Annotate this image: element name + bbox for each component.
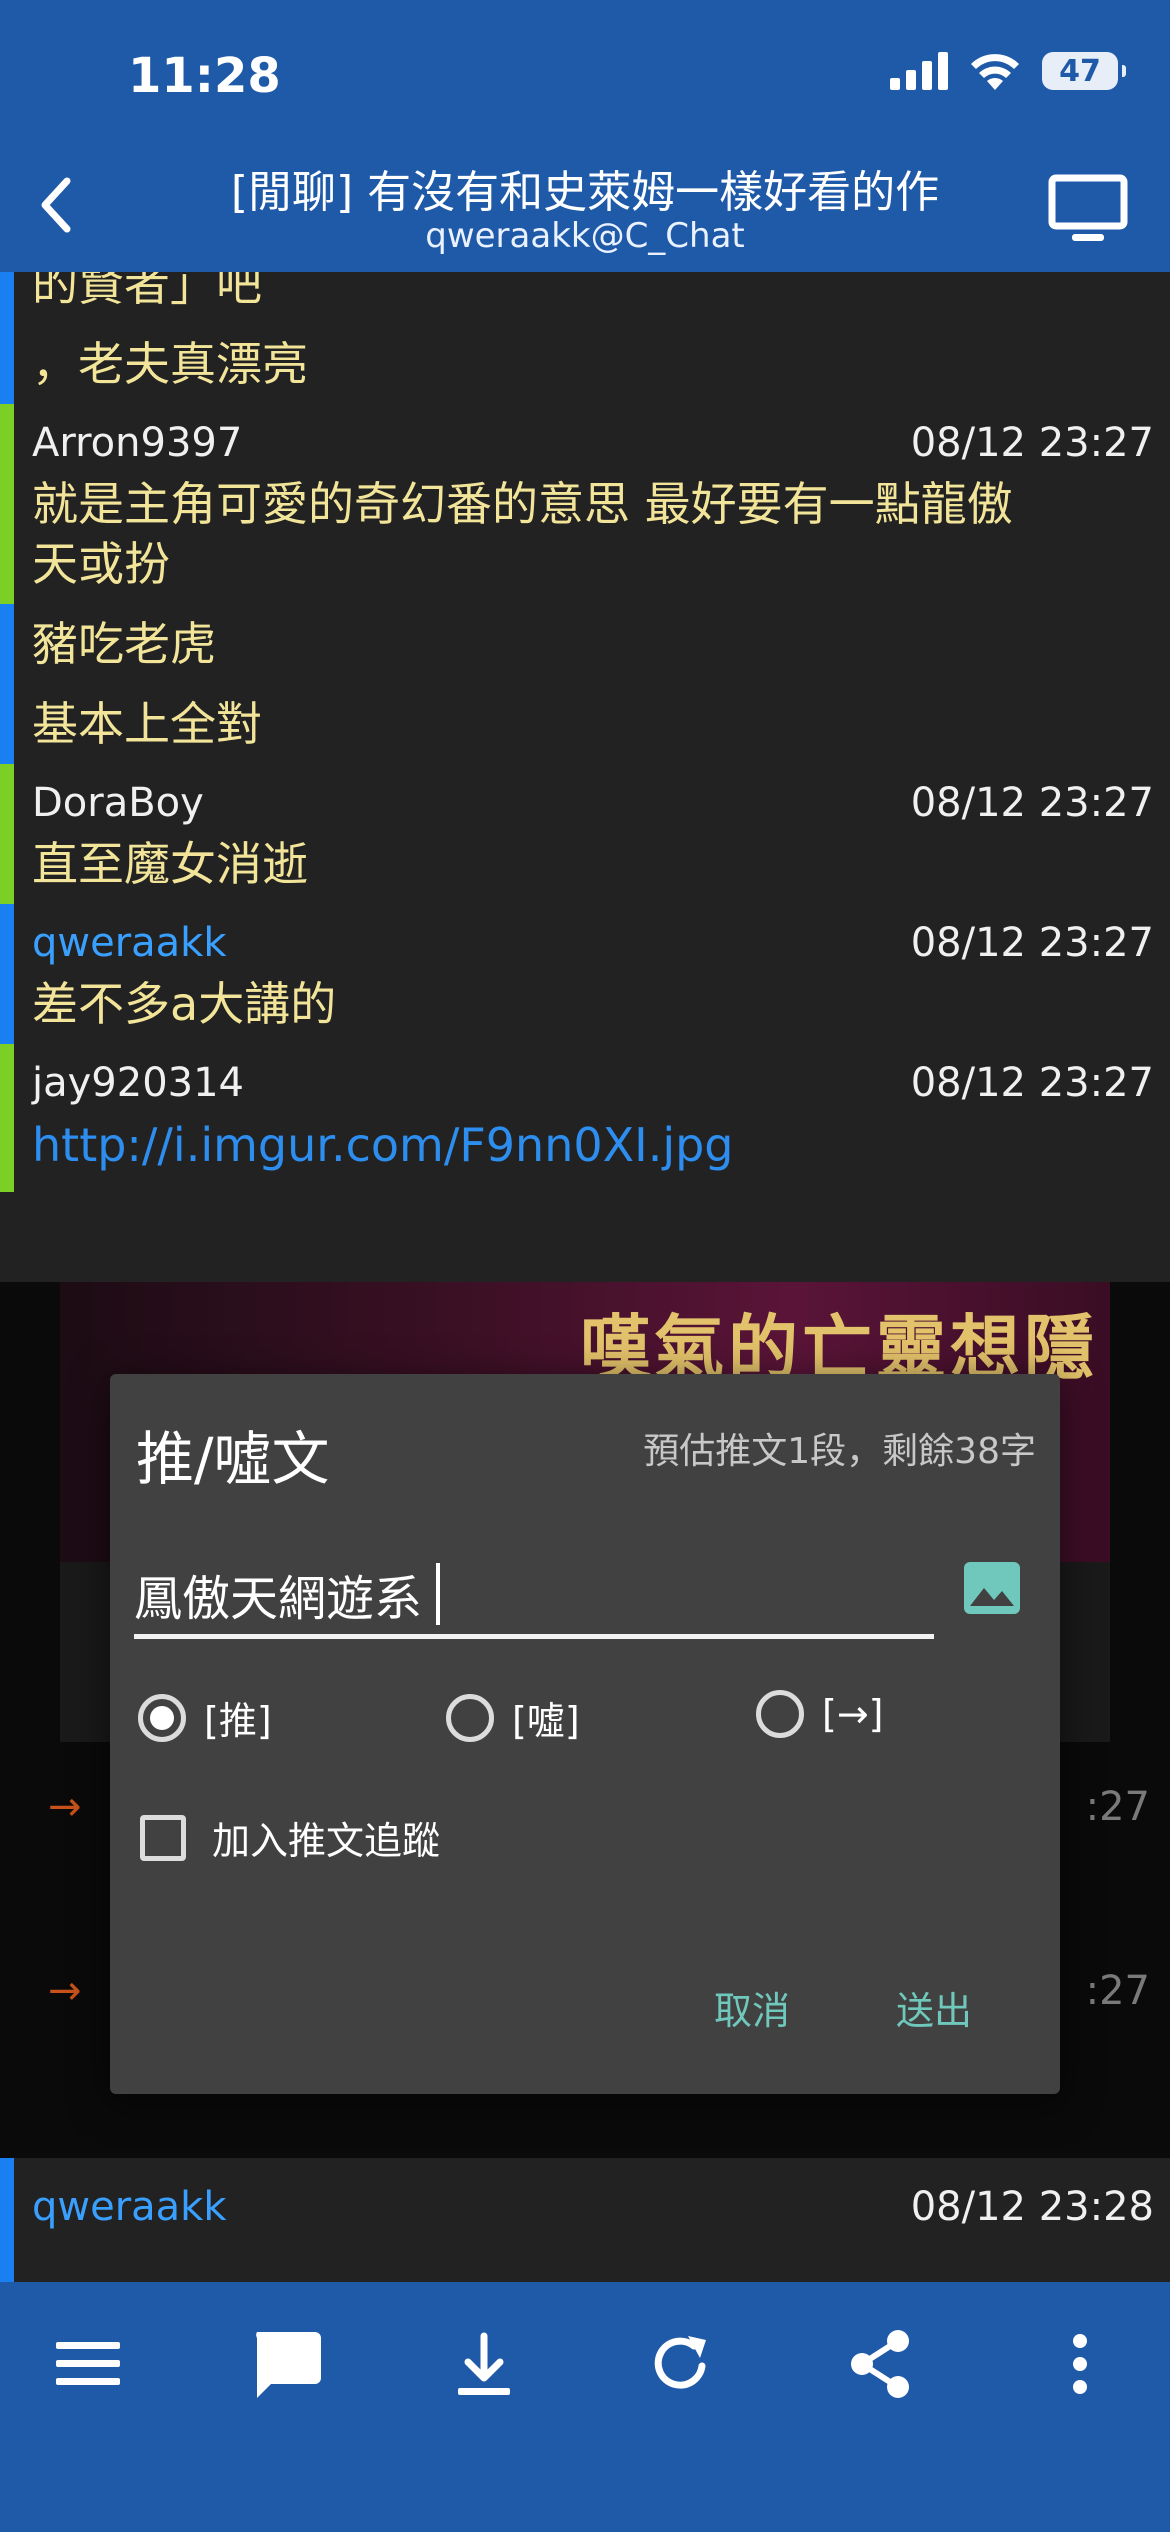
push-date: 08/12 23:28 bbox=[910, 2184, 1154, 2230]
push-date: 08/12 23:27 bbox=[910, 780, 1154, 826]
push-user[interactable]: qweraakk bbox=[32, 920, 227, 966]
track-push-checkbox[interactable]: 加入推文追蹤 bbox=[140, 1810, 440, 1865]
radio-push-circle[interactable] bbox=[138, 1693, 186, 1742]
push-text: 基本上全對 bbox=[32, 697, 262, 751]
status-icons: 47 bbox=[890, 52, 1126, 90]
radio-boo[interactable]: [噓] bbox=[446, 1690, 580, 1745]
push-user[interactable]: jay920314 bbox=[32, 1060, 244, 1106]
share-icon bbox=[851, 2330, 909, 2398]
comment-icon bbox=[256, 2332, 321, 2398]
page-title: [閒聊] 有沒有和史萊姆一樣好看的作 bbox=[230, 167, 940, 218]
dialog-hint: 預估推文1段，剩餘38字 bbox=[643, 1431, 1036, 1472]
push-text-value: 鳳傲天網遊系 bbox=[134, 1571, 423, 1627]
image-link[interactable]: http://i.imgur.com/F9nn0XI.jpg bbox=[32, 1104, 1170, 1192]
more-icon bbox=[1073, 2334, 1087, 2394]
battery-icon: 47 bbox=[1042, 52, 1126, 90]
radio-arrow[interactable]: [→] bbox=[756, 1690, 884, 1738]
refresh-icon bbox=[654, 2336, 706, 2389]
list-item: DoraBoy 08/12 23:27 直至魔女消逝 bbox=[0, 764, 1170, 904]
image-icon bbox=[964, 1562, 1020, 1614]
list-item: 豬吃老虎 bbox=[0, 604, 1170, 684]
list-item: 的賢者」吧 bbox=[0, 272, 1170, 324]
monitor-icon bbox=[1048, 174, 1128, 241]
push-dialog: 推/噓文 預估推文1段，剩餘38字 鳳傲天網遊系 [推] [噓] [→] 加入推… bbox=[110, 1374, 1060, 2094]
refresh-button[interactable] bbox=[642, 2324, 722, 2404]
more-button[interactable] bbox=[1040, 2324, 1120, 2404]
insert-image-button[interactable] bbox=[962, 1558, 1022, 1618]
arrow-icon: → bbox=[48, 1784, 82, 1830]
push-date-fragment: :27 bbox=[1085, 1784, 1150, 1830]
radio-push[interactable]: [推] bbox=[138, 1690, 272, 1745]
push-date-fragment: :27 bbox=[1085, 1968, 1150, 2014]
push-date: 08/12 23:27 bbox=[910, 420, 1154, 466]
list-item: qweraakk 08/12 23:27 差不多a大講的 bbox=[0, 904, 1170, 1044]
arrow-icon: → bbox=[48, 1968, 82, 2014]
status-bar: 11:28 47 bbox=[0, 0, 1170, 140]
push-text: ，老夫真漂亮 bbox=[32, 337, 308, 391]
signal-icon bbox=[890, 52, 948, 90]
radio-boo-circle[interactable] bbox=[446, 1693, 494, 1742]
dialog-title: 推/噓文 bbox=[136, 1425, 330, 1493]
share-button[interactable] bbox=[840, 2324, 920, 2404]
checkbox-label: 加入推文追蹤 bbox=[212, 1819, 441, 1863]
push-user[interactable]: DoraBoy bbox=[32, 780, 204, 826]
status-time: 11:28 bbox=[128, 48, 281, 104]
download-icon bbox=[458, 2332, 510, 2395]
text-cursor bbox=[436, 1563, 441, 1625]
checkbox-box[interactable] bbox=[140, 1814, 186, 1861]
back-button[interactable] bbox=[20, 170, 90, 240]
push-date: 08/12 23:27 bbox=[910, 1060, 1154, 1106]
monitor-button[interactable] bbox=[1048, 174, 1128, 246]
chevron-left-icon bbox=[41, 177, 71, 233]
push-list[interactable]: 的賢者」吧 ，老夫真漂亮 Arron9397 08/12 23:27 就是主角可… bbox=[0, 272, 1170, 1282]
radio-arrow-circle[interactable] bbox=[756, 1690, 804, 1738]
push-text: 的賢者」吧 bbox=[32, 272, 262, 311]
radio-arrow-label: [→] bbox=[822, 1692, 884, 1736]
push-text: 豬吃老虎 bbox=[32, 617, 216, 671]
cancel-button[interactable]: 取消 bbox=[714, 1980, 790, 2035]
list-item: ，老夫真漂亮 bbox=[0, 324, 1170, 404]
radio-push-label: [推] bbox=[204, 1699, 272, 1743]
comment-button[interactable] bbox=[246, 2324, 326, 2404]
menu-button[interactable] bbox=[48, 2324, 128, 2404]
list-item: qweraakk 08/12 23:28 bbox=[0, 2158, 1170, 2282]
bottom-toolbar bbox=[0, 2282, 1170, 2532]
wifi-icon bbox=[971, 54, 1019, 90]
push-user[interactable]: Arron9397 bbox=[32, 420, 242, 466]
radio-boo-label: [噓] bbox=[512, 1699, 580, 1743]
push-text-input[interactable]: 鳳傲天網遊系 bbox=[134, 1554, 934, 1639]
nav-bar: [閒聊] 有沒有和史萊姆一樣好看的作 qweraakk@C_Chat bbox=[0, 140, 1170, 272]
menu-icon bbox=[56, 2342, 120, 2385]
battery-level: 47 bbox=[1059, 53, 1101, 89]
push-block: qweraakk 08/12 23:28 bbox=[0, 2158, 1170, 2282]
push-text: 就是主角可愛的奇幻番的意思 最好要有一點龍傲 bbox=[32, 477, 1013, 531]
push-text: 天或扮 bbox=[32, 537, 170, 591]
list-item: Arron9397 08/12 23:27 就是主角可愛的奇幻番的意思 最好要有… bbox=[0, 404, 1170, 604]
page-subtitle: qweraakk@C_Chat bbox=[425, 216, 745, 256]
list-item: jay920314 08/12 23:27 http://i.imgur.com… bbox=[0, 1044, 1170, 1192]
list-item: 基本上全對 bbox=[0, 684, 1170, 764]
push-user[interactable]: qweraakk bbox=[32, 2184, 227, 2230]
push-text: 直至魔女消逝 bbox=[32, 837, 308, 891]
download-button[interactable] bbox=[444, 2324, 524, 2404]
push-text: 差不多a大講的 bbox=[32, 977, 337, 1031]
push-date: 08/12 23:27 bbox=[910, 920, 1154, 966]
submit-button[interactable]: 送出 bbox=[896, 1980, 972, 2035]
